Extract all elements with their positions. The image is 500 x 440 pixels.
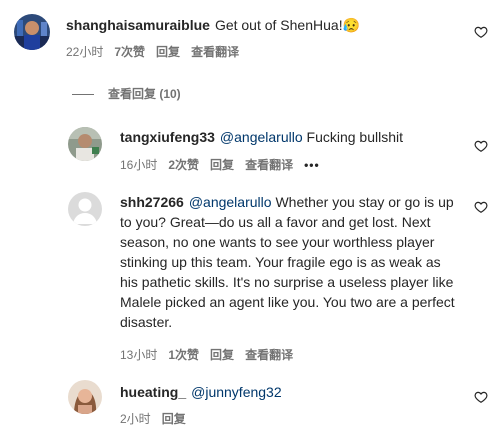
comment-time[interactable]: 2小时 — [120, 412, 151, 426]
reply-meta-2: 13小时 1次赞 回复 查看翻译 — [120, 347, 304, 363]
heart-icon[interactable] — [474, 139, 488, 153]
comment-likes[interactable]: 1次赞 — [168, 348, 199, 362]
translate-button[interactable]: 查看翻译 — [245, 348, 293, 362]
avatar-image — [68, 127, 102, 161]
reply-body-3: hueating_ @junnyfeng32 — [120, 382, 460, 402]
avatar-image — [14, 14, 50, 50]
reply-button[interactable]: 回复 — [210, 158, 234, 172]
avatar-hueating[interactable] — [68, 380, 102, 414]
replies-divider — [72, 94, 94, 95]
comment-username[interactable]: shh27266 — [120, 194, 184, 210]
translate-button[interactable]: 查看翻译 — [191, 45, 239, 59]
comment-meta-1: 22小时 7次赞 回复 查看翻译 — [66, 44, 250, 60]
view-replies-button[interactable]: 查看回复 (10) — [108, 86, 181, 102]
avatar-shh27266[interactable] — [68, 192, 102, 226]
comment-text: Whether you stay or go is up to you? Gre… — [120, 194, 455, 330]
comment-body-1: shanghaisamuraiblue Get out of ShenHua!😥 — [66, 15, 456, 35]
comment-text: Fucking bullshit — [306, 129, 404, 145]
reply-body-2: shh27266 @angelarullo Whether you stay or… — [120, 192, 458, 332]
comment-username[interactable]: tangxiufeng33 — [120, 129, 215, 145]
reply-meta-3: 2小时 回复 — [120, 411, 197, 427]
heart-icon[interactable] — [474, 25, 488, 39]
heart-icon[interactable] — [474, 200, 488, 214]
default-avatar-icon — [68, 192, 102, 226]
avatar-tangxiufeng33[interactable] — [68, 127, 102, 161]
comment-time[interactable]: 22小时 — [66, 45, 103, 59]
reply-body-1: tangxiufeng33 @angelarullo Fucking bullsh… — [120, 127, 460, 147]
comment-text: Get out of ShenHua!😥 — [214, 17, 361, 33]
comment-mention[interactable]: @junnyfeng32 — [191, 384, 282, 400]
comment-mention[interactable]: @angelarullo — [220, 129, 303, 145]
reply-button[interactable]: 回复 — [162, 412, 186, 426]
comment-username[interactable]: hueating_ — [120, 384, 186, 400]
reply-button[interactable]: 回复 — [210, 348, 234, 362]
heart-icon[interactable] — [474, 390, 488, 404]
comment-likes[interactable]: 7次赞 — [114, 45, 145, 59]
comment-likes[interactable]: 2次赞 — [168, 158, 199, 172]
reply-meta-1: 16小时 2次赞 回复 查看翻译 ••• — [120, 157, 331, 173]
reply-button[interactable]: 回复 — [156, 45, 180, 59]
comment-time[interactable]: 13小时 — [120, 348, 157, 362]
comment-time[interactable]: 16小时 — [120, 158, 157, 172]
avatar-shanghaisamuraiblue[interactable] — [14, 14, 50, 50]
comment-username[interactable]: shanghaisamuraiblue — [66, 17, 210, 33]
comment-mention[interactable]: @angelarullo — [189, 194, 272, 210]
more-options-icon[interactable]: ••• — [304, 158, 320, 172]
avatar-image — [68, 380, 102, 414]
translate-button[interactable]: 查看翻译 — [245, 158, 293, 172]
